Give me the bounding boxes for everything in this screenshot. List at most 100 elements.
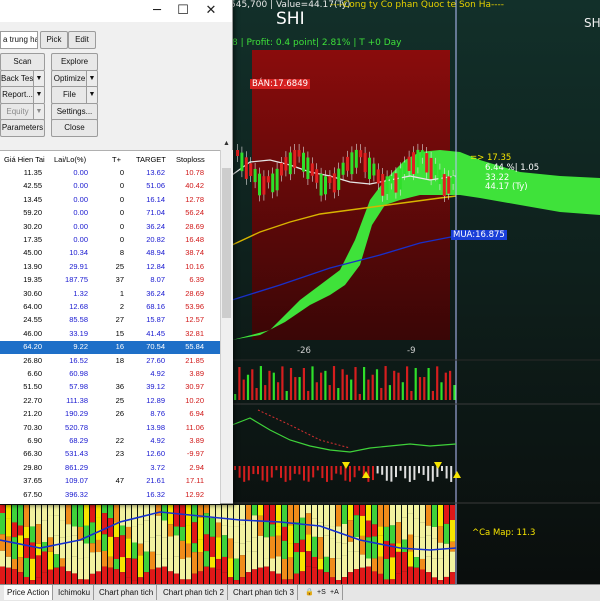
tab-price-action[interactable]: Price Action	[4, 585, 54, 600]
oscillator-bar	[413, 466, 416, 480]
table-row[interactable]: 45.00 10.34 8 48.94 38.74	[0, 247, 220, 260]
table-row[interactable]: 21.20 190.29 26 8.76 6.94	[0, 408, 220, 421]
heatmap-cell	[414, 518, 419, 537]
cell-target: 15.87	[146, 315, 165, 325]
chevron-down-icon[interactable]: ▼	[33, 71, 44, 87]
heatmap-cell	[60, 537, 65, 559]
explore-button[interactable]: Explore	[51, 53, 98, 71]
heatmap-cell	[444, 523, 449, 544]
ad-icon[interactable]: +A	[327, 585, 343, 600]
analysis-window[interactable]: ─ ☐ ✕ a trung hai Pick Edit Scan Explore…	[0, 0, 233, 504]
table-row[interactable]: 67.50 396.32 16.32 12.92	[0, 489, 220, 502]
heatmap-cell	[390, 557, 395, 580]
heatmap-cell	[396, 522, 401, 544]
heatmap-cell	[78, 558, 83, 580]
table-row[interactable]: 66.30 531.43 23 12.60 -9.97	[0, 448, 220, 461]
oscillator-bar	[321, 466, 324, 479]
col-header-price[interactable]: Giá Hien Tai	[4, 155, 45, 164]
oscillator-bar	[275, 466, 278, 471]
chevron-down-icon[interactable]: ▼	[33, 87, 44, 103]
heatmap-cell	[102, 505, 107, 514]
heatmap-cell	[300, 517, 305, 540]
table-row[interactable]: 22.70 111.38 25 12.89 10.20	[0, 395, 220, 408]
close-icon[interactable]: ✕	[200, 2, 222, 20]
heatmap-cell	[432, 577, 437, 584]
cell-stoploss: 16.48	[185, 235, 204, 244]
heatmap-cell	[54, 554, 59, 568]
parameters-button[interactable]: Parameters	[0, 119, 45, 137]
heatmap-cell	[408, 566, 413, 584]
candle-body	[447, 176, 451, 194]
table-row[interactable]: 30.60 1.32 1 36.24 28.69	[0, 288, 220, 301]
table-row[interactable]: 51.50 57.98 36 39.12 30.97	[0, 381, 220, 394]
heatmap-cell	[348, 505, 353, 521]
col-header-stoploss[interactable]: Stoploss	[176, 155, 205, 164]
file-label: File	[63, 90, 76, 99]
table-row[interactable]: 64.20 9.22 16 70.54 55.84	[0, 341, 220, 355]
volume-bar	[363, 367, 366, 400]
window-titlebar[interactable]: ─ ☐ ✕	[0, 0, 232, 22]
heatmap-cell	[354, 505, 359, 516]
maximize-icon[interactable]: ☐	[172, 2, 194, 20]
report-button[interactable]: Report... ▼	[0, 86, 45, 104]
volume-bar	[354, 367, 357, 400]
table-row[interactable]: 37.65 109.07 47 21.61 17.11	[0, 475, 220, 488]
formula-combo[interactable]: a trung hai	[0, 31, 38, 49]
table-row[interactable]: 13.90 29.91 25 12.84 10.16	[0, 261, 220, 274]
oscillator-bar	[339, 466, 342, 475]
col-header-target[interactable]: TARGET	[136, 155, 166, 164]
table-row[interactable]: 42.55 0.00 0 51.06 40.42	[0, 180, 220, 193]
heatmap-cell	[96, 571, 101, 584]
table-row[interactable]: 13.45 0.00 0 16.14 12.78	[0, 194, 220, 207]
heatmap-cell	[342, 505, 347, 524]
table-row[interactable]: 30.20 0.00 0 36.24 28.69	[0, 221, 220, 234]
table-row[interactable]: 70.30 520.78 13.98 11.06	[0, 422, 220, 435]
scroll-up-arrow[interactable]: ▲	[223, 140, 230, 147]
cell-target: 13.62	[146, 168, 165, 177]
col-header-profit[interactable]: Lai/Lo(%)	[54, 155, 86, 164]
scroll-thumb[interactable]	[222, 168, 231, 318]
table-row[interactable]: 26.80 16.52 18 27.60 21.85	[0, 355, 220, 368]
heatmap-cell	[0, 534, 5, 551]
heatmap-cell	[36, 543, 41, 556]
file-button[interactable]: File ▼	[51, 86, 98, 104]
tab-chart-phan-tich-2[interactable]: Chart phan tich 2	[160, 585, 228, 600]
close-button[interactable]: Close	[51, 119, 98, 137]
edit-button[interactable]: Edit	[68, 31, 96, 49]
heatmap-cell	[438, 505, 443, 527]
scan-button[interactable]: Scan	[0, 53, 45, 71]
table-row[interactable]: 19.35 187.75 37 8.07 6.39	[0, 274, 220, 287]
table-row[interactable]: 29.80 861.29 3.72 2.94	[0, 462, 220, 475]
heatmap-cell	[36, 577, 41, 584]
volume-bar	[238, 367, 241, 400]
table-row[interactable]: 11.35 0.00 0 13.62 10.78	[0, 167, 220, 180]
heatmap-cell	[336, 505, 341, 527]
cell-profit: 16.52	[69, 355, 88, 365]
heatmap-cell	[372, 505, 377, 525]
cell-price: 6.60	[27, 369, 42, 378]
table-row[interactable]: 46.00 33.19 15 41.45 32.81	[0, 328, 220, 341]
volume-bar	[401, 382, 404, 400]
tab-chart-phan-tich-3[interactable]: Chart phan tich 3	[230, 585, 298, 600]
oscillator-bar	[376, 466, 379, 474]
table-row[interactable]: 24.55 85.58 27 15.87 12.57	[0, 314, 220, 327]
col-header-tplus[interactable]: T+	[112, 155, 121, 164]
tab-chart-phan-tich[interactable]: Chart phan tich	[96, 585, 158, 600]
table-scrollbar[interactable]: ▲	[220, 140, 233, 503]
heatmap-cell	[246, 520, 251, 542]
results-table[interactable]: Giá Hien Tai Lai/Lo(%) T+ TARGET Stoplos…	[0, 150, 220, 504]
table-row[interactable]: 17.35 0.00 0 20.82 16.48	[0, 234, 220, 247]
chevron-down-icon[interactable]: ▼	[86, 71, 97, 87]
heatmap-cell	[420, 558, 425, 570]
pick-button[interactable]: Pick	[40, 31, 68, 49]
heatmap-cell	[408, 551, 413, 567]
table-row[interactable]: 64.00 12.68 2 68.16 53.96	[0, 301, 220, 314]
minimize-icon[interactable]: ─	[146, 2, 168, 20]
tab-ichimoku[interactable]: Ichimoku	[55, 585, 95, 600]
table-row[interactable]: 6.60 60.98 4.92 3.89	[0, 368, 220, 381]
table-row[interactable]: 6.90 68.29 22 4.92 3.89	[0, 435, 220, 448]
chevron-down-icon[interactable]: ▼	[86, 87, 97, 103]
table-row[interactable]: 59.20 0.00 0 71.04 56.24	[0, 207, 220, 220]
heatmap-cell	[450, 505, 455, 521]
heatmap-cell	[372, 571, 377, 584]
